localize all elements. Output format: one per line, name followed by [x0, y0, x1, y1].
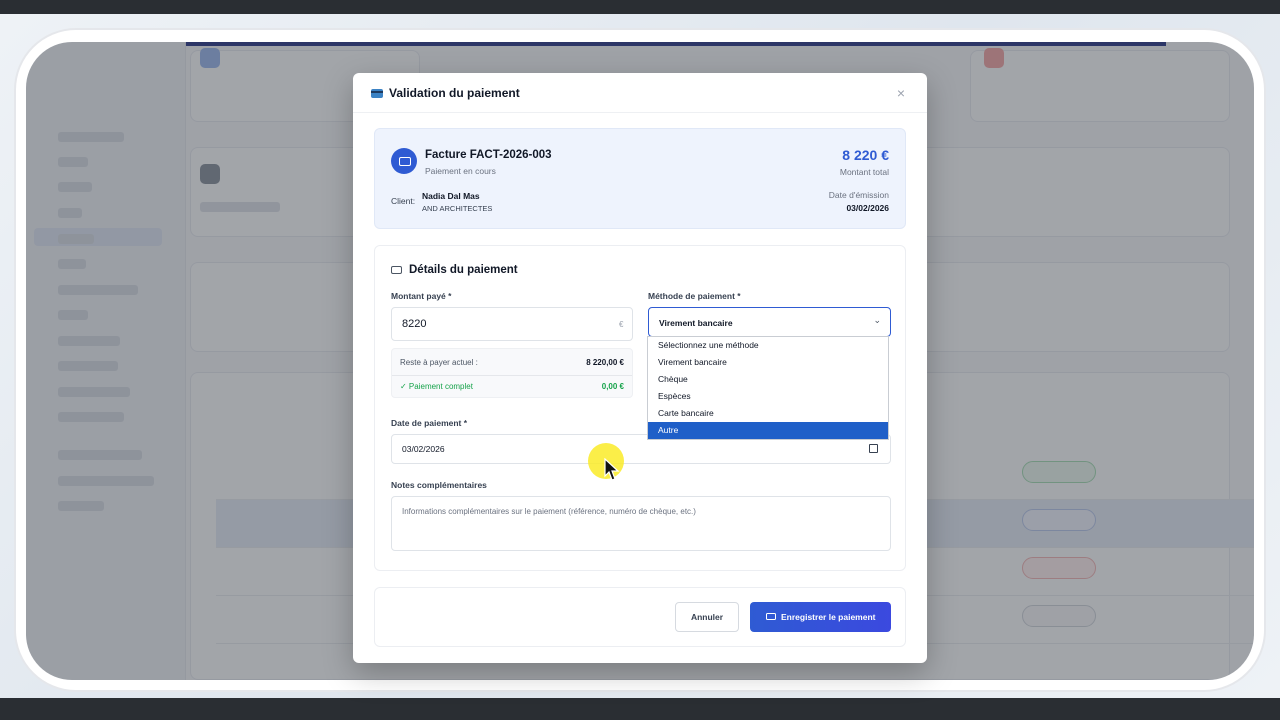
invoice-status: Paiement en cours — [425, 166, 496, 176]
chevron-down-icon: ⌄ — [873, 315, 881, 325]
dropdown-option[interactable]: Carte bancaire — [648, 405, 888, 422]
notes-label: Notes complémentaires — [391, 480, 487, 490]
section-title: Détails du paiement — [409, 264, 518, 276]
modal-header: Validation du paiement × — [353, 73, 927, 113]
payment-date-label: Date de paiement * — [391, 418, 468, 428]
invoice-total-amount: 8 220 € — [842, 147, 889, 163]
amount-paid-label: Montant payé * — [391, 291, 452, 301]
invoice-summary: Facture FACT-2026-003 Paiement en cours … — [374, 128, 906, 229]
background-bottom-bar — [0, 698, 1280, 720]
payment-complete-value: 0,00 € — [601, 382, 624, 391]
dropdown-option-highlighted[interactable]: Autre — [648, 422, 888, 439]
notes-textarea[interactable]: Informations complémentaires sur le paie… — [391, 496, 891, 551]
invoice-icon — [391, 148, 417, 174]
dropdown-option[interactable]: Espèces — [648, 388, 888, 405]
issue-date: 03/02/2026 — [846, 203, 889, 213]
save-payment-button[interactable]: Enregistrer le paiement — [750, 602, 891, 632]
modal-footer: Annuler Enregistrer le paiement — [374, 587, 906, 647]
payment-validation-modal: Validation du paiement × Facture FACT-20… — [353, 73, 927, 663]
remaining-value: 8 220,00 € — [586, 358, 624, 367]
payment-method-dropdown: Sélectionnez une méthode Virement bancai… — [647, 336, 889, 440]
divider — [392, 375, 632, 376]
cancel-button[interactable]: Annuler — [675, 602, 739, 632]
credit-card-icon — [391, 266, 402, 274]
payment-complete-label: ✓ Paiement complet — [400, 382, 473, 391]
mouse-pointer-icon — [604, 458, 620, 481]
calendar-icon[interactable] — [869, 444, 878, 453]
invoice-title: Facture FACT-2026-003 — [425, 149, 552, 161]
payment-method-label: Méthode de paiement * — [648, 291, 741, 301]
modal-title: Validation du paiement — [389, 86, 520, 100]
invoice-total-label: Montant total — [839, 167, 889, 177]
payment-balance-box: Reste à payer actuel : 8 220,00 € ✓ Paie… — [391, 348, 633, 398]
remaining-label: Reste à payer actuel : — [400, 358, 478, 367]
client-name: Nadia Dal Mas — [422, 191, 480, 201]
save-payment-label: Enregistrer le paiement — [781, 612, 876, 622]
dropdown-option[interactable]: Sélectionnez une méthode — [648, 337, 888, 354]
currency-suffix: € — [619, 320, 624, 329]
dropdown-option[interactable]: Virement bancaire — [648, 354, 888, 371]
dropdown-option[interactable]: Chèque — [648, 371, 888, 388]
client-label: Client: — [391, 196, 416, 206]
payment-method-value: Virement bancaire — [659, 318, 733, 328]
close-icon[interactable]: × — [893, 85, 909, 101]
payment-method-select[interactable]: Virement bancaire ⌄ — [648, 307, 891, 337]
credit-card-icon — [371, 89, 383, 98]
issue-date-label: Date d'émission — [828, 190, 889, 200]
amount-paid-input[interactable]: 8220 — [391, 307, 633, 341]
credit-card-icon — [766, 613, 776, 620]
client-company: AND ARCHITECTES — [422, 204, 493, 213]
